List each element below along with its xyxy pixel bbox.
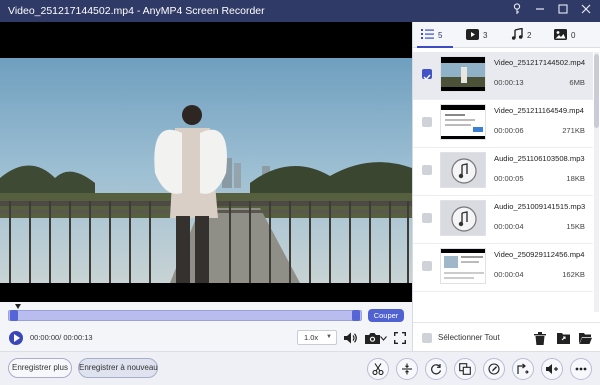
video-thumbnail [440, 56, 486, 92]
couper-button[interactable]: Couper [368, 309, 404, 322]
title-bar: Video_251217144502.mp4 - AnyMP4 Screen R… [0, 0, 600, 22]
list-item[interactable]: Audio_251009141515.mp3 00:00:04 15KB [413, 196, 593, 244]
select-all-checkbox[interactable] [422, 333, 432, 343]
list-scrollbar[interactable] [594, 52, 599, 312]
panel-footer: Sélectionner Tout [413, 322, 600, 351]
list-item[interactable]: Video_251217144502.mp4 00:00:13 6MB [413, 52, 593, 100]
trash-icon[interactable] [531, 329, 549, 347]
maximize-icon[interactable] [555, 3, 571, 19]
edit-metadata-icon[interactable] [483, 358, 505, 380]
file-duration: 00:00:13 [494, 78, 524, 87]
camera-menu-chevron-icon[interactable] [378, 330, 388, 346]
list-item[interactable]: Video_250929112456.mp4 00:00:04 162KB [413, 244, 593, 292]
file-name: Audio_251106103508.mp3 [494, 154, 585, 163]
list-item[interactable]: Audio_251106103508.mp3 00:00:05 18KB [413, 148, 593, 196]
file-list: Video_251217144502.mp4 00:00:13 6MB Vide… [413, 52, 593, 312]
file-duration: 00:00:04 [494, 270, 524, 279]
item-checkbox[interactable] [422, 213, 432, 223]
file-name: Video_251217144502.mp4 [494, 58, 586, 67]
file-size: 18KB [566, 174, 585, 183]
timeline-track[interactable] [8, 310, 362, 321]
tab-video[interactable]: 3 [466, 27, 487, 43]
file-panel: 5 3 2 0 Video_251217144502.mp4 00:00:13 … [412, 22, 600, 351]
file-size: 6MB [569, 78, 585, 87]
rotate-icon[interactable] [425, 358, 447, 380]
record-more-button[interactable]: Enregistrer plus [8, 358, 72, 378]
file-duration: 00:00:05 [494, 174, 524, 183]
tab-count: 2 [527, 30, 532, 40]
active-tab-indicator [417, 46, 453, 48]
key-icon[interactable] [509, 3, 525, 19]
merge-icon[interactable] [396, 358, 418, 380]
item-checkbox[interactable] [422, 261, 432, 271]
speed-select[interactable]: 1.0x ▼ [297, 330, 337, 345]
file-name: Audio_251009141515.mp3 [494, 202, 586, 211]
trim-start-handle[interactable] [10, 310, 18, 321]
folder-open-icon[interactable] [576, 329, 594, 347]
record-again-button[interactable]: Enregistrer à nouveau [78, 358, 158, 378]
compress-icon[interactable] [454, 358, 476, 380]
playhead-marker[interactable] [15, 304, 21, 309]
tab-audio[interactable]: 2 [511, 27, 531, 43]
tab-count: 5 [438, 30, 443, 40]
item-checkbox[interactable] [422, 165, 432, 175]
video-player[interactable] [0, 22, 412, 302]
file-duration: 00:00:04 [494, 222, 524, 231]
file-duration: 00:00:06 [494, 126, 524, 135]
scrollbar-thumb[interactable] [594, 54, 599, 128]
image-icon [554, 28, 567, 42]
convert-icon[interactable] [512, 358, 534, 380]
audio-thumbnail [440, 152, 486, 188]
window-title: Video_251217144502.mp4 - AnyMP4 Screen R… [8, 5, 265, 17]
tab-image[interactable]: 0 [554, 27, 575, 43]
bottom-toolbar: Enregistrer plus Enregistrer à nouveau [0, 351, 600, 385]
item-checkbox[interactable] [422, 117, 432, 127]
time-readout: 00:00:00/ 00:00:13 [30, 333, 93, 342]
video-icon [466, 28, 479, 42]
chevron-down-icon: ▼ [326, 334, 332, 340]
video-thumbnail [440, 248, 486, 284]
folder-export-icon[interactable] [554, 329, 572, 347]
file-size: 162KB [562, 270, 585, 279]
video-thumbnail [440, 104, 486, 140]
list-item[interactable]: Video_251211164549.mp4 00:00:06 271KB [413, 100, 593, 148]
cut-icon[interactable] [367, 358, 389, 380]
audio-icon [511, 27, 523, 42]
volume-adjust-icon[interactable] [541, 358, 563, 380]
play-button[interactable] [9, 331, 23, 345]
tab-count: 3 [483, 30, 488, 40]
file-name: Video_251211164549.mp4 [494, 106, 584, 115]
speed-value: 1.0x [304, 333, 319, 342]
video-frame [0, 58, 412, 283]
trim-end-handle[interactable] [352, 310, 360, 321]
audio-thumbnail [440, 200, 486, 236]
file-size: 15KB [566, 222, 585, 231]
file-name: Video_250929112456.mp4 [494, 250, 585, 259]
media-tabs: 5 3 2 0 [413, 22, 600, 48]
list-icon [421, 29, 434, 41]
minimize-icon[interactable] [532, 3, 548, 19]
close-icon[interactable] [578, 3, 594, 19]
select-all-label[interactable]: Sélectionner Tout [438, 333, 500, 342]
tab-count: 0 [571, 30, 576, 40]
volume-icon[interactable] [343, 330, 359, 346]
tab-all[interactable]: 5 [421, 27, 442, 43]
more-icon[interactable] [570, 358, 592, 380]
file-size: 271KB [562, 126, 585, 135]
fullscreen-icon[interactable] [392, 330, 408, 346]
item-checkbox[interactable] [422, 69, 432, 81]
player-controls: Couper 00:00:00/ 00:00:13 1.0x ▼ [0, 302, 412, 351]
